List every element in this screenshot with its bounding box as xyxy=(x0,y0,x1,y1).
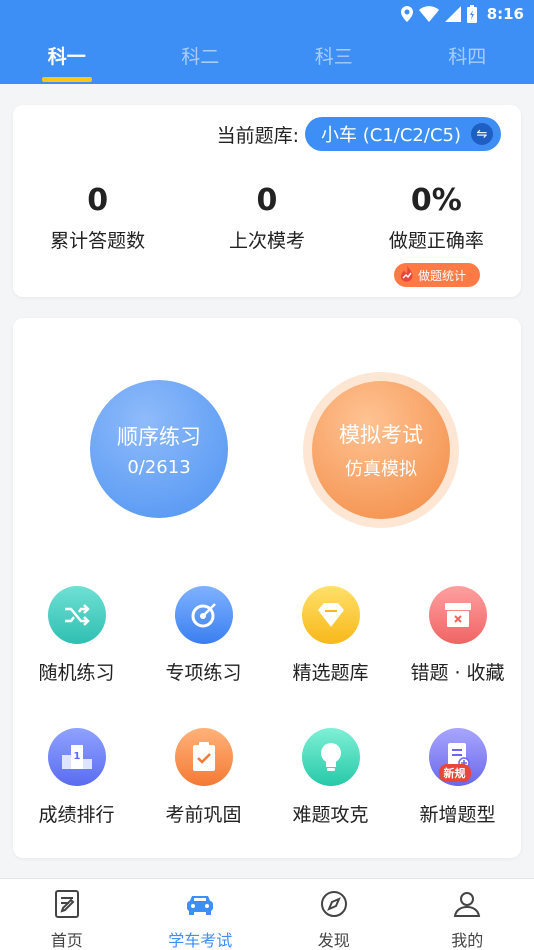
stat-answered: 0 累计答题数 xyxy=(13,183,182,253)
nav-label: 发现 xyxy=(317,931,350,950)
battery-icon xyxy=(466,5,477,23)
nav-driving-exam[interactable]: 学车考试 xyxy=(134,879,268,950)
stats-row: 0 累计答题数 0 上次模考 0% 做题正确率 xyxy=(13,183,521,253)
car-icon xyxy=(187,896,214,915)
grid-label: 难题攻克 xyxy=(292,804,369,826)
bottom-nav: 首页 学车考试 发现 我的 xyxy=(0,878,534,950)
trend-flame-icon xyxy=(400,265,414,283)
nav-home[interactable]: 首页 xyxy=(0,879,134,950)
podium-icon: 1 xyxy=(47,728,106,786)
stat-label: 上次模考 xyxy=(228,230,305,252)
user-icon xyxy=(454,892,481,917)
stats-card: 当前题库: 小车 (C1/C2/C5) ⇋ 0 累计答题数 0 上次模考 0% … xyxy=(13,105,521,297)
location-icon xyxy=(400,6,413,22)
gem-icon xyxy=(301,586,360,644)
exam-title: 模拟考试 xyxy=(339,423,423,447)
tab-subject-3[interactable]: 科三 xyxy=(267,36,401,84)
practice-progress: 0/2613 xyxy=(127,456,191,478)
tab-subject-1[interactable]: 科一 xyxy=(0,36,134,84)
stat-label: 做题正确率 xyxy=(388,230,484,252)
question-bank-row: 当前题库: 小车 (C1/C2/C5) ⇋ xyxy=(217,117,501,151)
exam-subtitle: 仿真模拟 xyxy=(345,459,417,480)
sequential-practice-button[interactable]: 顺序练习 0/2613 xyxy=(90,380,228,518)
mock-exam-button[interactable]: 模拟考试 仿真模拟 xyxy=(312,381,450,519)
app-header: 8:16 科一 科二 科三 科四 xyxy=(0,0,534,84)
grid-label: 成绩排行 xyxy=(38,804,115,826)
practice-card: 顺序练习 0/2613 模拟考试 仿真模拟 随机练习 专项练习 精选题库 错题 … xyxy=(13,318,521,858)
bank-label: 当前题库: xyxy=(216,124,300,147)
bank-value: 小车 (C1/C2/C5) xyxy=(321,125,461,146)
status-time: 8:16 xyxy=(486,5,524,23)
random-practice-button[interactable]: 随机练习 xyxy=(13,586,140,685)
grid-label: 错题 · 收藏 xyxy=(410,662,505,684)
tab-subject-4[interactable]: 科四 xyxy=(401,36,534,84)
new-question-types-button[interactable]: 新规 新增题型 xyxy=(394,728,521,827)
bulb-icon xyxy=(301,728,360,786)
grid-label: 专项练习 xyxy=(165,662,242,684)
stat-value: 0 xyxy=(256,183,278,218)
status-bar: 8:16 xyxy=(400,4,524,24)
stat-last-exam: 0 上次模考 xyxy=(182,183,351,253)
tab-subject-2[interactable]: 科二 xyxy=(134,36,268,84)
grid-label: 精选题库 xyxy=(292,662,369,684)
stat-label: 累计答题数 xyxy=(50,230,146,252)
bank-selector-button[interactable]: 小车 (C1/C2/C5) ⇋ xyxy=(305,117,501,151)
doc-edit-icon xyxy=(54,890,79,918)
shuffle-icon xyxy=(47,586,106,644)
mistakes-favorites-button[interactable]: 错题 · 收藏 xyxy=(394,586,521,685)
nav-label: 我的 xyxy=(451,931,484,950)
wifi-icon xyxy=(418,6,439,22)
nav-label: 学车考试 xyxy=(168,931,233,950)
svg-text:1: 1 xyxy=(73,751,80,762)
target-icon xyxy=(174,586,233,644)
pre-exam-review-button[interactable]: 考前巩固 xyxy=(140,728,267,827)
signal-icon xyxy=(444,6,461,22)
special-practice-button[interactable]: 专项练习 xyxy=(140,586,267,685)
stat-accuracy: 0% 做题正确率 xyxy=(352,183,521,253)
clipboard-check-icon xyxy=(174,728,233,786)
subject-tabs: 科一 科二 科三 科四 xyxy=(0,36,534,84)
practice-title: 顺序练习 xyxy=(117,424,201,449)
compass-icon xyxy=(320,891,347,917)
ranking-button[interactable]: 1 成绩排行 xyxy=(13,728,140,827)
doc-plus-icon: 新规 xyxy=(428,728,487,786)
hard-questions-button[interactable]: 难题攻克 xyxy=(267,728,394,827)
stat-value: 0% xyxy=(410,183,462,218)
new-rule-tag: 新规 xyxy=(438,764,471,782)
box-icon xyxy=(428,586,487,644)
swap-icon: ⇋ xyxy=(471,123,493,145)
stats-detail-badge[interactable]: 做题统计 xyxy=(394,263,480,287)
grid-label: 新增题型 xyxy=(419,804,496,826)
stats-badge-label: 做题统计 xyxy=(418,268,467,283)
nav-label: 首页 xyxy=(50,931,83,950)
selected-bank-button[interactable]: 精选题库 xyxy=(267,586,394,685)
stat-value: 0 xyxy=(87,183,109,218)
nav-discover[interactable]: 发现 xyxy=(267,879,401,950)
grid-label: 考前巩固 xyxy=(165,804,242,826)
nav-profile[interactable]: 我的 xyxy=(401,879,534,950)
feature-grid-row-2: 1 成绩排行 考前巩固 难题攻克 新规 新增题型 xyxy=(13,728,521,827)
feature-grid-row-1: 随机练习 专项练习 精选题库 错题 · 收藏 xyxy=(13,586,521,685)
grid-label: 随机练习 xyxy=(38,662,115,684)
